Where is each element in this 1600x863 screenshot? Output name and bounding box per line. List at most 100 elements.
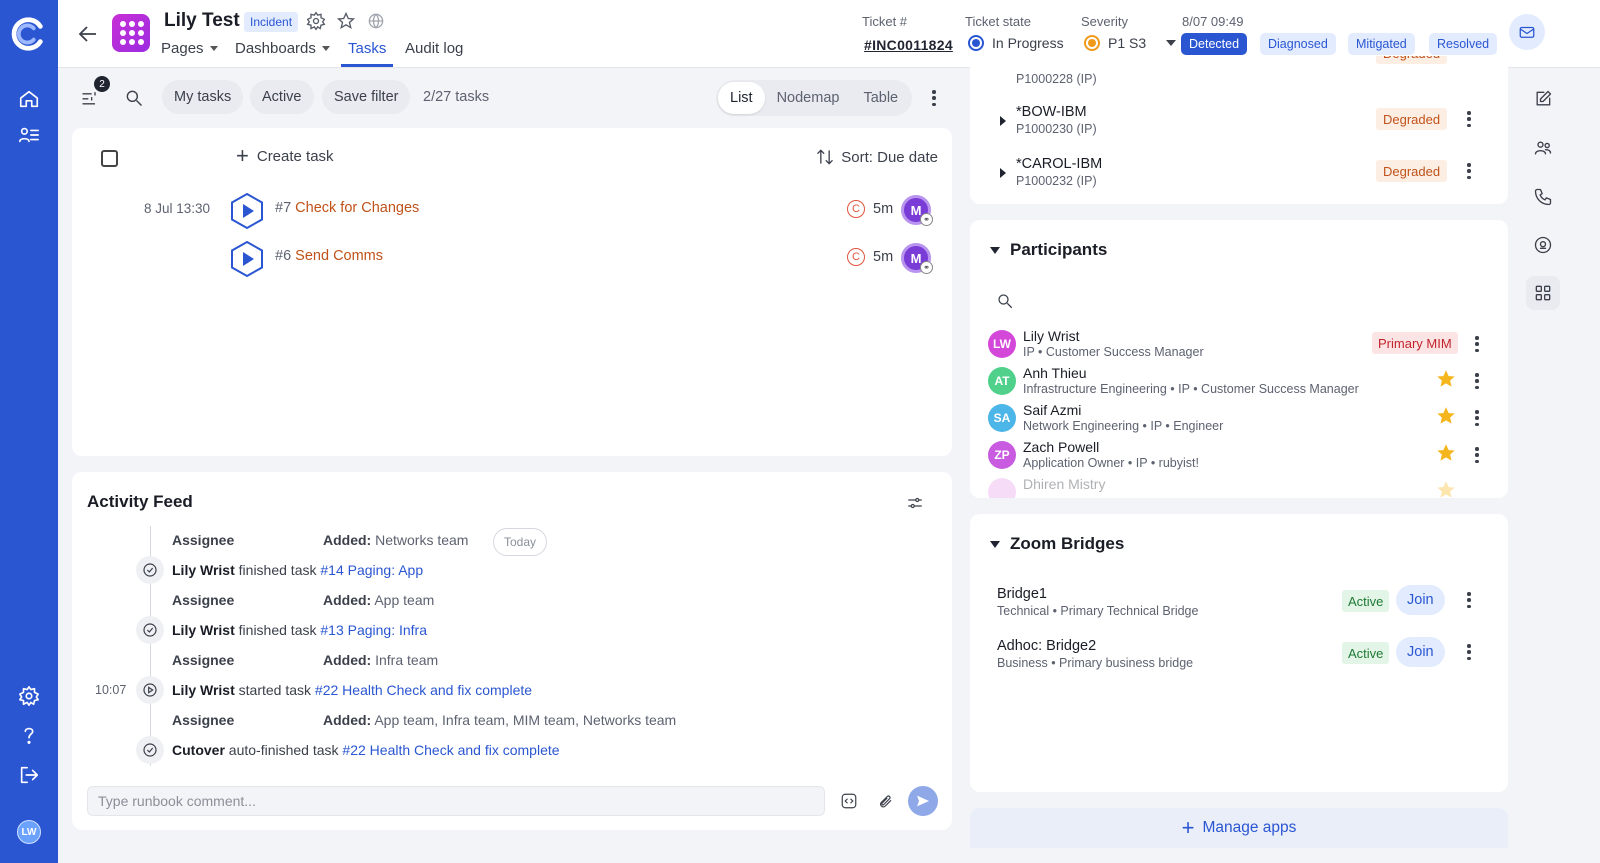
participant-avatar: AT <box>988 367 1016 395</box>
participant-avatar: SA <box>988 404 1016 432</box>
stage-detected[interactable]: Detected <box>1181 33 1248 55</box>
more-options-icon[interactable] <box>1467 163 1471 179</box>
stage-resolved[interactable]: Resolved <box>1429 33 1498 55</box>
more-options-icon[interactable] <box>1475 336 1479 352</box>
participant-avatar <box>988 478 1016 498</box>
expand-caret-icon[interactable] <box>1000 168 1006 178</box>
code-icon[interactable] <box>840 792 858 810</box>
service-row[interactable]: P1000228 (IP) Degraded <box>970 56 1508 94</box>
participant-row[interactable]: Dhiren Mistry <box>970 475 1508 498</box>
participant-row[interactable]: SA Saif Azmi Network Engineering • IP • … <box>970 401 1508 437</box>
star-filled-icon[interactable] <box>1435 479 1457 498</box>
more-options-icon[interactable] <box>1475 410 1479 426</box>
attachment-icon[interactable] <box>876 792 894 810</box>
more-options-icon[interactable] <box>1475 447 1479 463</box>
star-filled-icon[interactable] <box>1435 442 1457 464</box>
activity-filter-icon[interactable] <box>906 494 924 515</box>
participant-name: Zach Powell <box>1023 439 1100 455</box>
search-icon[interactable] <box>124 88 146 110</box>
zoom-bridges-panel: Zoom Bridges Bridge1 Technical • Primary… <box>970 514 1508 792</box>
mail-icon[interactable] <box>1509 14 1545 50</box>
view-table[interactable]: Table <box>851 82 910 114</box>
service-row[interactable]: *CAROL-IBM P1000232 (IP) Degraded <box>970 152 1508 196</box>
settings-gear-icon[interactable] <box>14 681 44 711</box>
star-filled-icon[interactable] <box>1435 368 1457 390</box>
zoom-bridges-header[interactable]: Zoom Bridges <box>990 534 1124 554</box>
link-icon: ⚭ <box>920 213 933 226</box>
task-link[interactable]: #14 Paging: App <box>320 562 423 578</box>
home-icon[interactable] <box>14 84 44 114</box>
more-options-icon[interactable] <box>1467 111 1471 127</box>
webhook-icon[interactable] <box>1526 228 1560 262</box>
participant-row[interactable]: ZP Zach Powell Application Owner • IP • … <box>970 438 1508 474</box>
settings-gear-icon[interactable] <box>306 11 328 33</box>
comment-input[interactable]: Type runbook comment... <box>87 786 825 816</box>
stage-mitigated[interactable]: Mitigated <box>1348 33 1415 55</box>
expand-caret-icon[interactable] <box>1000 116 1006 126</box>
create-task-button[interactable]: + Create task <box>236 145 334 167</box>
task-link[interactable]: #22 Health Check and fix complete <box>315 682 532 698</box>
primary-mim-badge: Primary MIM <box>1372 332 1458 354</box>
severity-select[interactable]: P1 S3 <box>1084 35 1177 51</box>
view-list[interactable]: List <box>718 82 765 114</box>
phone-icon[interactable] <box>1526 180 1560 214</box>
ticket-number-link[interactable]: #INC0011824 <box>864 37 953 53</box>
participant-role: Network Engineering • IP • Engineer <box>1023 419 1224 433</box>
send-icon[interactable] <box>908 786 938 816</box>
manage-apps-button[interactable]: + Manage apps <box>970 808 1508 848</box>
collapse-caret-icon <box>990 540 1000 548</box>
participants-icon[interactable] <box>1526 131 1560 165</box>
participant-name: Saif Azmi <box>1023 402 1082 418</box>
cutover-logo-icon[interactable] <box>8 14 48 54</box>
collapse-caret-icon <box>990 246 1000 254</box>
task-title[interactable]: #6 Send Comms <box>275 248 383 264</box>
service-row[interactable]: *BOW-IBM P1000230 (IP) Degraded <box>970 100 1508 144</box>
more-options-icon[interactable] <box>1467 592 1471 608</box>
stage-diagnosed[interactable]: Diagnosed <box>1260 33 1336 55</box>
participants-header[interactable]: Participants <box>990 240 1107 260</box>
view-nodemap[interactable]: Nodemap <box>765 82 852 114</box>
task-duration: C 5m <box>847 200 893 218</box>
task-row[interactable]: #6 Send Comms C 5m M ⚭ <box>72 239 952 279</box>
participant-row[interactable]: LW Lily Wrist IP • Customer Success Mana… <box>970 327 1508 363</box>
logout-icon[interactable] <box>14 760 44 790</box>
more-options-icon[interactable] <box>1467 644 1471 660</box>
task-row[interactable]: 8 Jul 13:30 #7 Check for Changes C 5m M ⚭ <box>72 191 952 231</box>
filter-icon[interactable]: 2 <box>80 76 110 110</box>
play-task-icon[interactable] <box>229 240 265 278</box>
activity-assignee-row: Assignee Added: App team <box>172 592 435 608</box>
tab-dashboards[interactable]: Dashboards <box>235 40 330 57</box>
active-filter[interactable]: Active <box>250 80 314 114</box>
task-assignee-avatar[interactable]: M ⚭ <box>901 195 933 226</box>
tab-pages[interactable]: Pages <box>161 40 218 57</box>
star-outline-icon[interactable] <box>336 11 358 33</box>
tasks-list-panel: + Create task Sort: Due date 8 Jul 13:30… <box>72 128 952 456</box>
tab-tasks[interactable]: Tasks <box>348 40 386 57</box>
join-button[interactable]: Join <box>1396 637 1445 667</box>
participant-row[interactable]: AT Anh Thieu Infrastructure Engineering … <box>970 364 1508 400</box>
join-button[interactable]: Join <box>1396 585 1445 615</box>
user-avatar[interactable]: LW <box>17 820 41 844</box>
help-icon[interactable] <box>14 720 44 750</box>
more-options-icon[interactable] <box>932 90 936 106</box>
more-options-icon[interactable] <box>1475 373 1479 389</box>
view-toggle: List Nodemap Table <box>716 80 913 116</box>
runbooks-list-icon[interactable] <box>14 120 44 150</box>
severity-radio-icon <box>1084 35 1100 51</box>
my-tasks-filter[interactable]: My tasks <box>162 80 244 114</box>
tab-audit-log[interactable]: Audit log <box>405 40 463 57</box>
task-link[interactable]: #22 Health Check and fix complete <box>342 742 559 758</box>
search-icon[interactable] <box>996 292 1016 312</box>
apps-grid-icon[interactable] <box>1526 276 1560 310</box>
task-assignee-avatar[interactable]: M ⚭ <box>901 243 933 274</box>
back-arrow-icon[interactable] <box>76 22 100 46</box>
task-title[interactable]: #7 Check for Changes <box>275 200 419 216</box>
select-all-checkbox[interactable] <box>101 150 118 167</box>
edit-icon[interactable] <box>1526 82 1560 116</box>
globe-disabled-icon[interactable] <box>366 11 388 33</box>
save-filter-button[interactable]: Save filter <box>322 80 411 114</box>
task-link[interactable]: #13 Paging: Infra <box>320 622 427 638</box>
sort-button[interactable]: Sort: Due date <box>815 147 938 167</box>
play-task-icon[interactable] <box>229 192 265 230</box>
star-filled-icon[interactable] <box>1435 405 1457 427</box>
